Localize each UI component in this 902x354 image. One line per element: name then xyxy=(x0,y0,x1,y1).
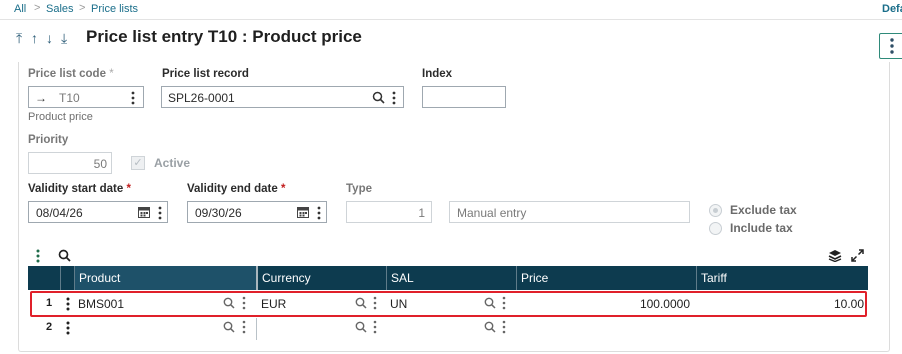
breadcrumb-price-lists[interactable]: Price lists xyxy=(91,3,138,15)
active-checkbox[interactable]: ✓ xyxy=(131,156,145,170)
column-header-sal[interactable]: SAL xyxy=(386,266,516,290)
sal-cell[interactable]: UN xyxy=(390,297,407,319)
validity-end-label: Validity end date * xyxy=(187,183,286,195)
kebab-icon[interactable] xyxy=(316,206,322,220)
last-record-icon[interactable]: ⤓ xyxy=(61,30,67,47)
row-kebab-icon[interactable] xyxy=(65,321,71,335)
price-list-code-description: Product price xyxy=(28,111,93,123)
next-record-icon[interactable]: ↓ xyxy=(46,30,53,46)
breadcrumb-sales[interactable]: Sales xyxy=(46,3,74,15)
price-list-record-field[interactable]: SPL26-0001 xyxy=(161,86,404,108)
type-value: 1 xyxy=(418,206,425,220)
price-list-code-value: T10 xyxy=(59,91,80,105)
priority-label: Priority xyxy=(28,134,69,146)
search-icon[interactable] xyxy=(484,297,496,309)
index-label: Index xyxy=(422,68,453,80)
grid-search-icon[interactable] xyxy=(58,249,71,262)
kebab-icon[interactable] xyxy=(501,296,507,310)
type-field[interactable]: 1 xyxy=(346,201,432,223)
currency-cell[interactable]: EUR xyxy=(261,297,286,319)
search-icon[interactable] xyxy=(223,297,235,309)
exclude-tax-radio[interactable] xyxy=(709,204,722,217)
price-cell[interactable] xyxy=(516,321,690,343)
validity-start-value: 08/04/26 xyxy=(36,206,83,220)
validity-start-field[interactable]: 08/04/26 xyxy=(28,201,168,223)
kebab-icon[interactable] xyxy=(391,91,397,105)
kebab-icon[interactable] xyxy=(501,320,507,334)
breadcrumb-separator: > xyxy=(34,2,41,14)
tariff-cell[interactable]: 10.00 xyxy=(696,297,864,319)
type-description-field: Manual entry xyxy=(449,201,690,223)
column-header-tariff[interactable]: Tariff xyxy=(696,266,868,290)
tariff-cell[interactable] xyxy=(696,321,864,343)
search-icon[interactable] xyxy=(355,297,367,309)
price-list-code-label: Price list code * xyxy=(28,68,114,80)
expand-icon[interactable] xyxy=(851,249,864,262)
column-divider xyxy=(256,318,257,340)
row-menu-header xyxy=(60,266,74,290)
calendar-icon[interactable] xyxy=(297,206,309,218)
arrow-right-icon: → xyxy=(35,91,47,105)
search-icon[interactable] xyxy=(372,91,385,104)
validity-start-label: Validity start date * xyxy=(28,183,131,195)
page-title: Price list entry T10 : Product price xyxy=(86,27,362,46)
grid-header: Product Currency SAL Price Tariff xyxy=(28,266,868,290)
include-tax-label: Include tax xyxy=(730,221,793,235)
previous-record-icon[interactable]: ↑ xyxy=(31,30,38,46)
active-label: Active xyxy=(154,156,191,170)
grid-kebab-icon[interactable] xyxy=(35,249,43,263)
row-number: 2 xyxy=(46,321,53,333)
breadcrumb-separator: > xyxy=(79,2,86,14)
column-header-product[interactable]: Product xyxy=(74,266,256,290)
kebab-icon[interactable] xyxy=(130,91,136,105)
table-row[interactable]: 1 BMS001 EUR UN 100.0000 10.00 xyxy=(28,293,868,315)
column-header-price[interactable]: Price xyxy=(516,266,696,290)
kebab-icon[interactable] xyxy=(241,320,247,334)
default-label[interactable]: Default xyxy=(882,3,902,15)
search-icon[interactable] xyxy=(484,321,496,333)
calendar-icon[interactable] xyxy=(138,206,150,218)
kebab-icon[interactable] xyxy=(372,320,378,334)
search-icon[interactable] xyxy=(355,321,367,333)
price-list-record-label: Price list record xyxy=(162,68,249,80)
search-icon[interactable] xyxy=(223,321,235,333)
exclude-tax-label: Exclude tax xyxy=(730,203,797,217)
type-label: Type xyxy=(346,183,372,195)
row-number-header xyxy=(28,266,60,290)
first-record-icon[interactable]: ⤒ xyxy=(16,30,22,47)
row-number: 1 xyxy=(46,297,53,309)
product-cell[interactable]: BMS001 xyxy=(78,297,124,319)
breadcrumb-all[interactable]: All xyxy=(14,3,26,15)
row-kebab-icon[interactable] xyxy=(65,297,71,311)
actions-menu-button[interactable] xyxy=(879,33,902,59)
include-tax-radio[interactable] xyxy=(709,222,722,235)
index-field[interactable] xyxy=(422,86,506,108)
price-cell[interactable]: 100.0000 xyxy=(516,297,690,319)
layers-icon[interactable] xyxy=(828,249,842,262)
kebab-icon[interactable] xyxy=(157,206,163,220)
kebab-icon xyxy=(890,38,894,54)
table-row[interactable]: 2 xyxy=(28,318,868,340)
validity-end-field[interactable]: 09/30/26 xyxy=(187,201,327,223)
type-description: Manual entry xyxy=(457,206,527,220)
validity-end-value: 09/30/26 xyxy=(195,206,242,220)
column-header-currency[interactable]: Currency xyxy=(256,266,386,290)
priority-field[interactable]: 50 xyxy=(28,152,112,174)
price-list-code-field[interactable]: → T10 xyxy=(28,86,144,108)
priority-value: 50 xyxy=(93,157,107,171)
page-header: ⤒ ↑ ↓ ⤓ Price list entry T10 : Product p… xyxy=(0,21,902,65)
kebab-icon[interactable] xyxy=(241,296,247,310)
kebab-icon[interactable] xyxy=(372,296,378,310)
price-list-record-value: SPL26-0001 xyxy=(168,91,235,105)
breadcrumb: All > Sales > Price lists Default xyxy=(0,0,902,20)
